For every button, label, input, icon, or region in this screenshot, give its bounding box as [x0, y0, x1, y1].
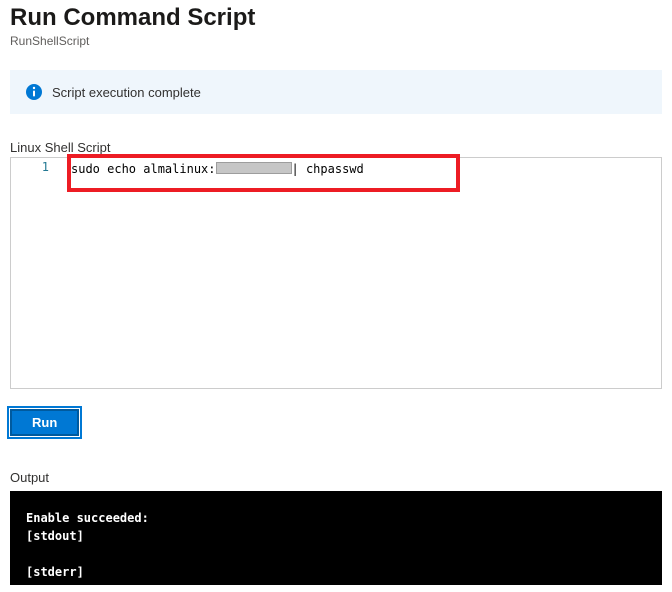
info-message: Script execution complete — [52, 85, 201, 100]
output-label: Output — [10, 470, 662, 485]
page-subtitle: RunShellScript — [10, 34, 662, 48]
info-banner: Script execution complete — [10, 70, 662, 114]
code-prefix: sudo echo almalinux: — [71, 162, 216, 176]
code-area[interactable]: sudo echo almalinux: | chpasswd — [63, 158, 661, 388]
line-gutter: 1 — [11, 158, 63, 388]
editor-label: Linux Shell Script — [10, 140, 662, 155]
line-number: 1 — [11, 160, 49, 174]
redacted-password — [216, 162, 292, 174]
code-suffix: | chpasswd — [292, 162, 364, 176]
output-terminal[interactable]: Enable succeeded: [stdout] [stderr] — [10, 491, 662, 585]
run-button[interactable]: Run — [10, 409, 79, 436]
info-icon — [26, 84, 42, 100]
page-title: Run Command Script — [10, 4, 662, 32]
code-editor[interactable]: 1 sudo echo almalinux: | chpasswd — [10, 157, 662, 389]
